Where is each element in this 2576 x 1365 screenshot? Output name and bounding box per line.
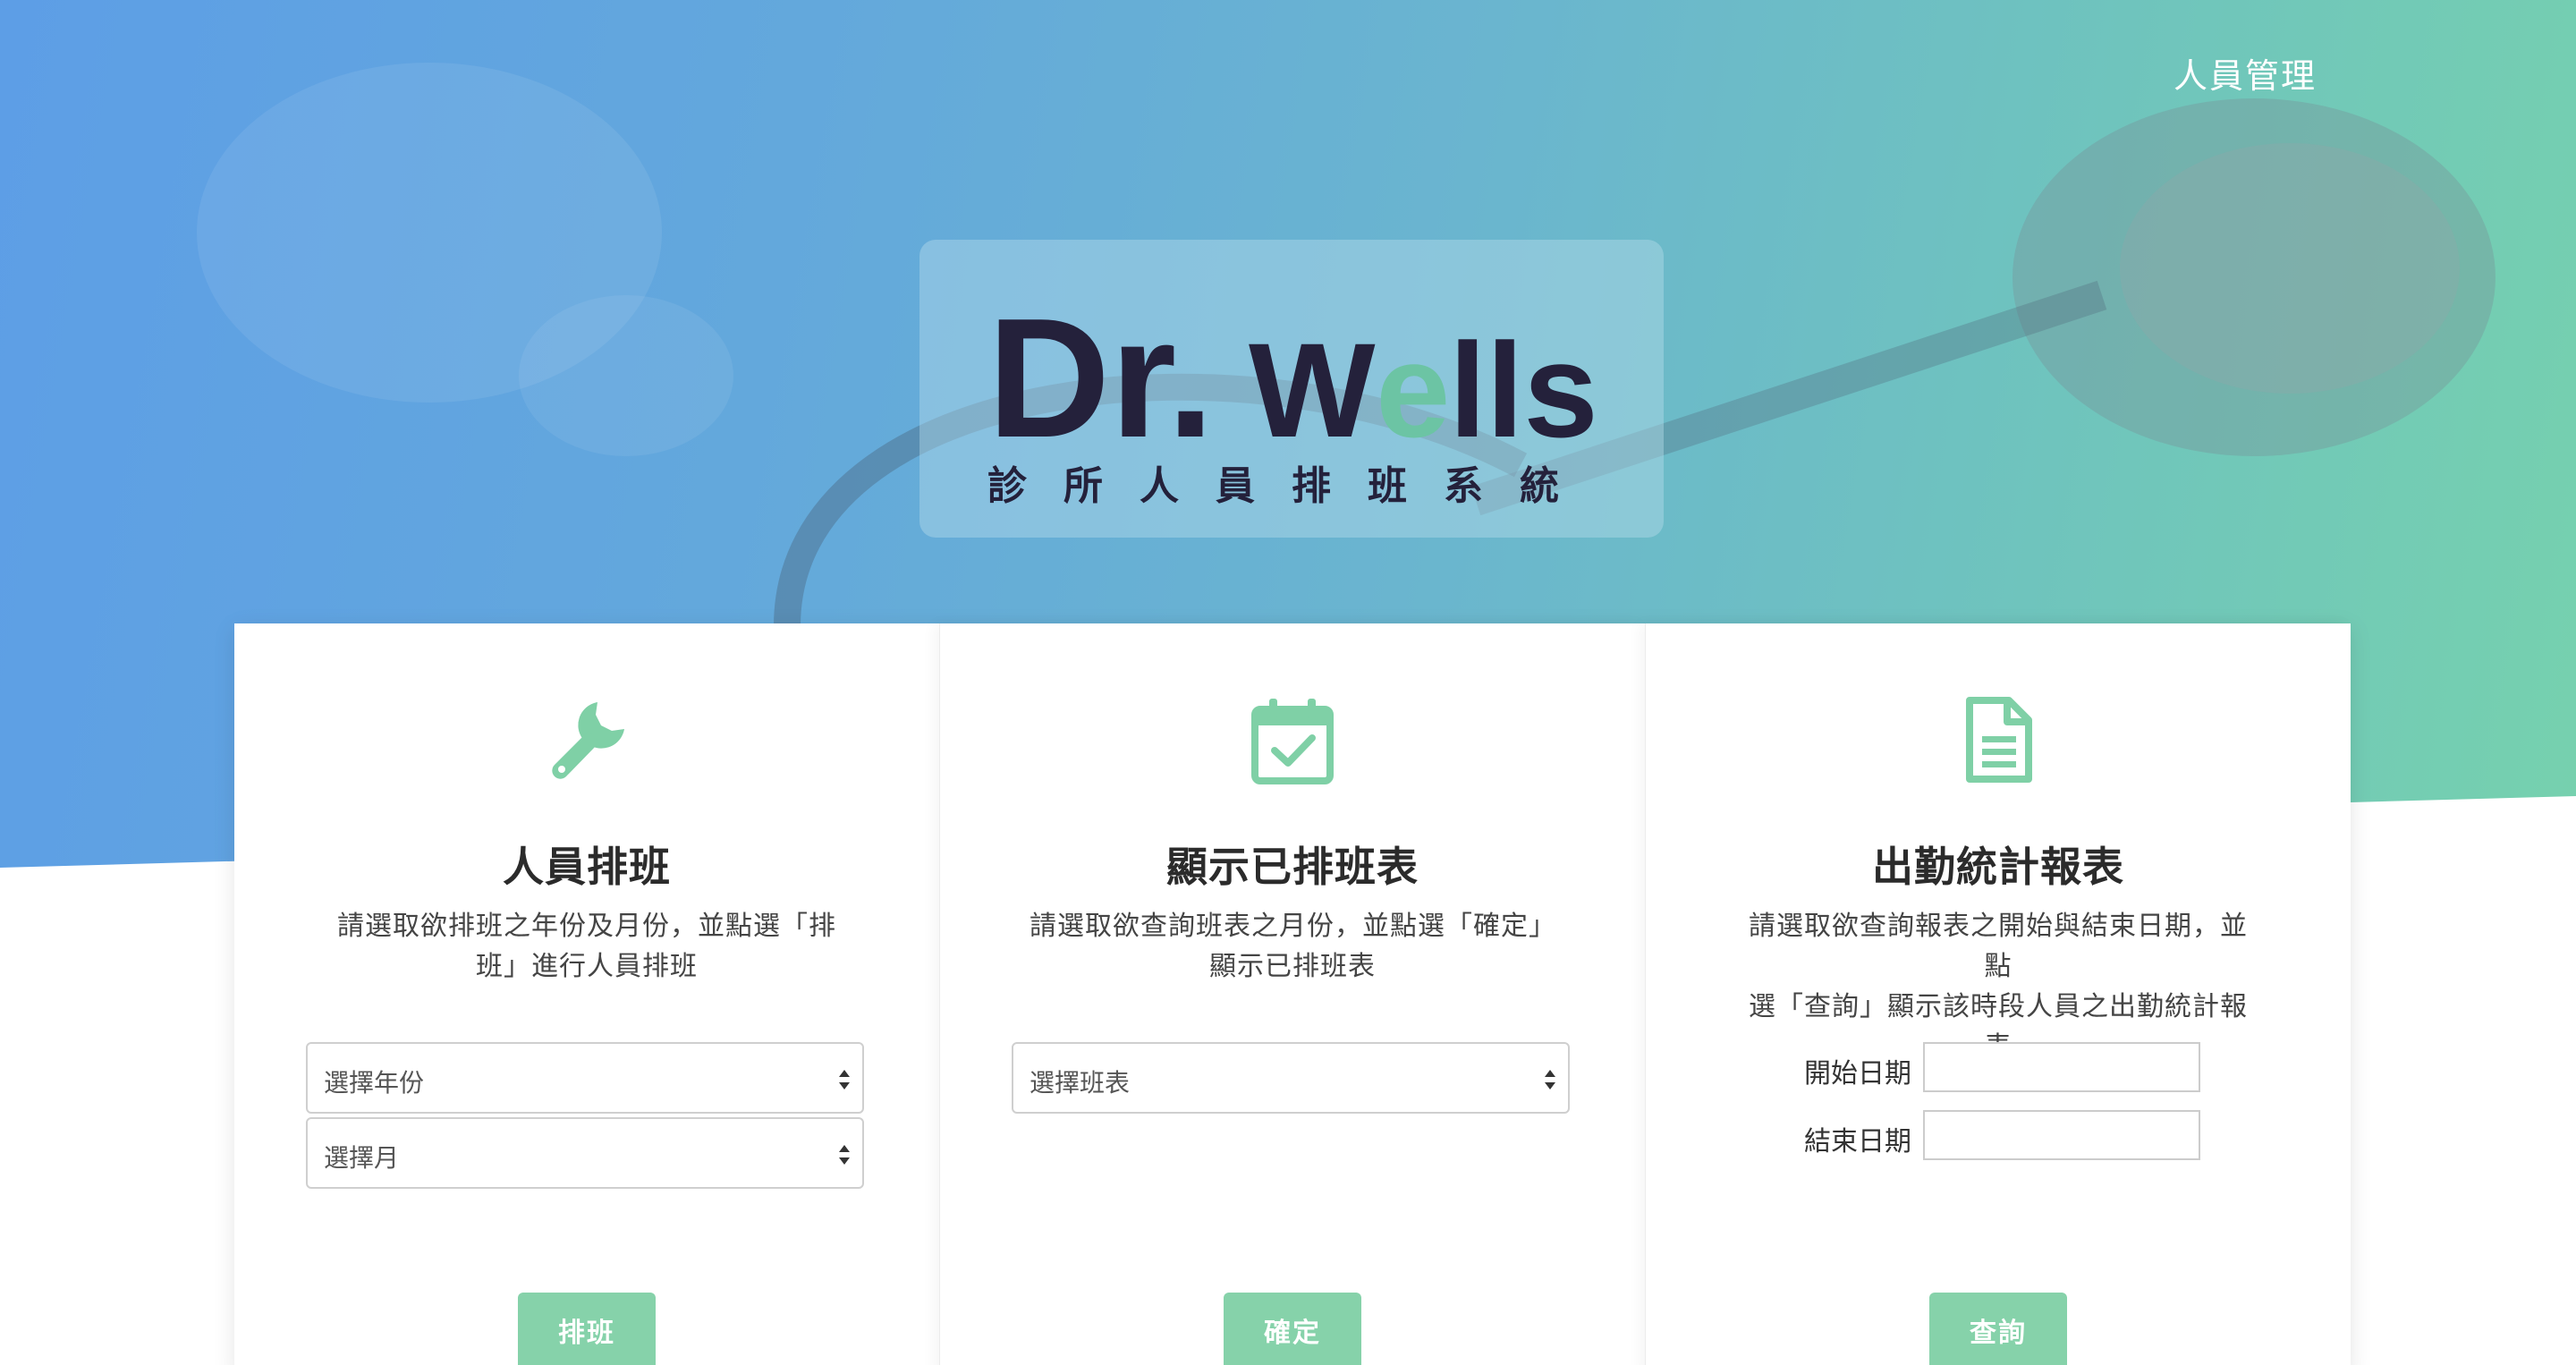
card-description: 請選取欲查詢班表之月份，並點選「確定」 顯示已排班表 [1030, 906, 1555, 987]
card-title: 顯示已排班表 [1166, 843, 1419, 891]
year-select[interactable]: 選擇年份 [306, 1042, 864, 1114]
logo: Dr. W e lls 診所人員排班系統 [919, 240, 1664, 538]
confirm-button[interactable]: 確定 [1224, 1293, 1361, 1365]
select-arrows-icon [839, 1070, 850, 1089]
logo-dr: Dr. [987, 284, 1214, 473]
description-line: 請選取欲排班之年份及月份，並點選「排 [337, 911, 836, 942]
schedule-table-select-value: 選擇班表 [1030, 1068, 1131, 1098]
logo-e: e [1376, 315, 1450, 465]
dr-wells-logo: Dr. W e lls 診所人員排班系統 [987, 284, 1598, 509]
calendar-check-icon [1251, 699, 1334, 784]
description-line: 班」進行人員排班 [476, 951, 698, 982]
query-button[interactable]: 查詢 [1929, 1293, 2067, 1365]
card-description: 請選取欲排班之年份及月份，並點選「排 班」進行人員排班 [324, 906, 850, 987]
document-icon [1966, 697, 2032, 783]
description-line: 顯示已排班表 [1209, 951, 1376, 982]
select-arrows-icon [1545, 1070, 1555, 1089]
logo-w: W [1249, 315, 1376, 465]
year-select-value: 選擇年份 [324, 1068, 425, 1098]
card-staff-scheduling: 人員排班 請選取欲排班之年份及月份，並點選「排 班」進行人員排班 選擇年份 選擇… [234, 623, 939, 1365]
end-date-input[interactable] [1923, 1110, 2200, 1160]
wrench-icon [552, 702, 624, 779]
card-title: 出勤統計報表 [1872, 843, 2124, 891]
schedule-table-select[interactable]: 選擇班表 [1012, 1042, 1570, 1114]
description-line: 請選取欲查詢班表之月份，並點選「確定」 [1030, 911, 1556, 942]
select-arrows-icon [839, 1145, 850, 1165]
nav-staff-management[interactable]: 人員管理 [2174, 48, 2317, 98]
schedule-button[interactable]: 排班 [518, 1293, 656, 1365]
logo-lls: lls [1449, 315, 1598, 465]
page: 人員管理 Dr. W e lls 診所人員排班系統 人員排班 請選取欲排班之年份… [0, 0, 2576, 1365]
description-line: 請選取欲查詢報表之開始與結束日期，並點 [1749, 911, 2248, 982]
logo-subtitle: 診所人員排班系統 [987, 463, 1596, 509]
month-select[interactable]: 選擇月 [306, 1117, 864, 1189]
card-view-schedule: 顯示已排班表 請選取欲查詢班表之月份，並點選「確定」 顯示已排班表 選擇班表 確… [939, 623, 1645, 1365]
start-date-input[interactable] [1923, 1042, 2200, 1092]
end-date-label: 結束日期 [1804, 1126, 1911, 1157]
start-date-label: 開始日期 [1804, 1058, 1911, 1089]
feature-cards: 人員排班 請選取欲排班之年份及月份，並點選「排 班」進行人員排班 選擇年份 選擇… [234, 623, 2351, 1365]
card-attendance-report: 出勤統計報表 請選取欲查詢報表之開始與結束日期，並點 選「查詢」顯示該時段人員之… [1645, 623, 2351, 1365]
card-title: 人員排班 [503, 843, 671, 891]
month-select-value: 選擇月 [324, 1143, 400, 1173]
